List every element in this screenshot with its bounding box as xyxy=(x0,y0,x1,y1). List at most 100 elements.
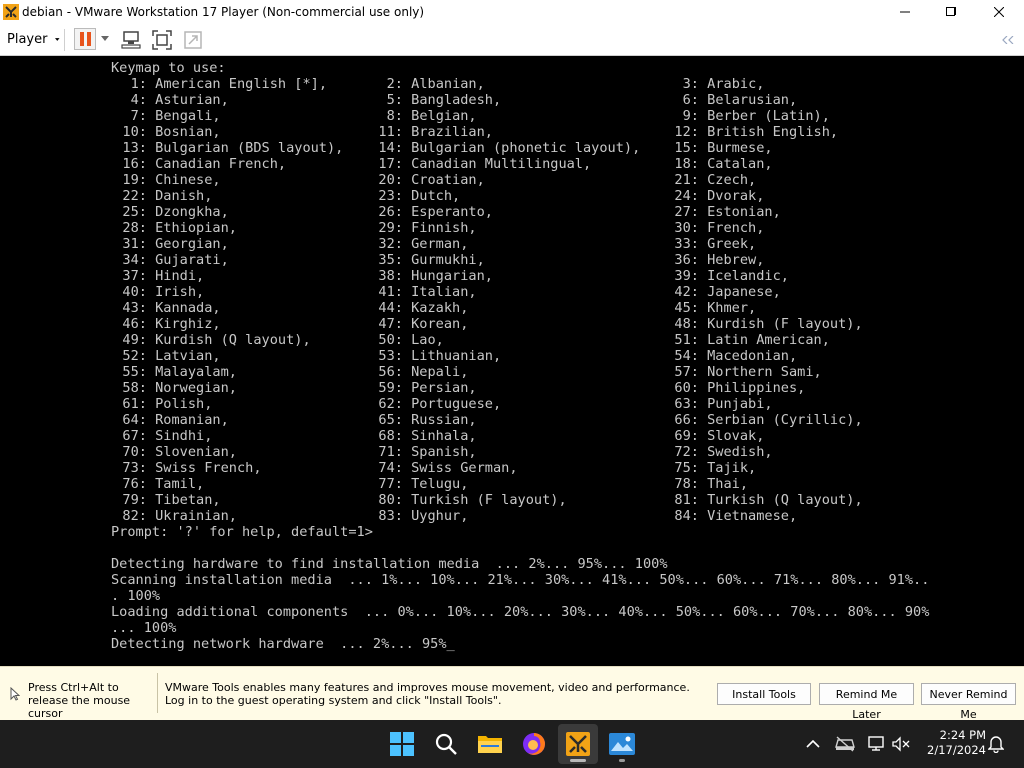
install-tools-button[interactable]: Install Tools xyxy=(717,683,811,705)
keymap-option: 17: Canadian Multilingual, xyxy=(378,156,592,172)
keymap-option: 55: Malayalam, xyxy=(122,364,237,380)
unity-icon[interactable] xyxy=(182,29,204,51)
keymap-option: 22: Danish, xyxy=(122,188,213,204)
keymap-option: 31: Georgian, xyxy=(122,236,229,252)
keymap-option: 42: Japanese, xyxy=(674,284,781,300)
windows-taskbar: 2:24 PM 2/17/2024 xyxy=(0,720,1024,768)
keymap-option: 25: Dzongkha, xyxy=(122,204,229,220)
network-status-button[interactable] xyxy=(867,734,887,754)
firefox-button[interactable] xyxy=(514,724,554,764)
keymap-option: 11: Brazilian, xyxy=(378,124,493,140)
keymap-option: 72: Swedish, xyxy=(674,444,773,460)
window-title: debian - VMware Workstation 17 Player (N… xyxy=(22,5,425,19)
keymap-option: 50: Lao, xyxy=(378,332,444,348)
keymap-option: 77: Telugu, xyxy=(378,476,469,492)
player-menu-button[interactable]: Player xyxy=(0,27,60,51)
fullscreen-icon[interactable] xyxy=(151,29,173,51)
remind-me-later-button[interactable]: Remind Me Later xyxy=(819,683,914,721)
keymap-option: 19: Chinese, xyxy=(122,172,221,188)
release-mouse-hint: Press Ctrl+Alt to release the mouse curs… xyxy=(28,681,131,720)
keymap-option: 57: Northern Sami, xyxy=(674,364,822,380)
keymap-option: 33: Greek, xyxy=(674,236,757,252)
notification-divider xyxy=(157,673,158,713)
log-line: Loading additional components ... 0%... … xyxy=(111,604,930,620)
keymap-option: 13: Bulgarian (BDS layout), xyxy=(122,140,344,156)
close-button[interactable] xyxy=(976,0,1022,24)
vmware-player-icon xyxy=(566,732,590,756)
keymap-option: 71: Spanish, xyxy=(378,444,477,460)
keymap-option: 5: Bangladesh, xyxy=(386,92,502,108)
file-explorer-icon xyxy=(478,736,502,753)
keymap-option: 8: Belgian, xyxy=(386,108,477,124)
volume-button[interactable] xyxy=(891,734,911,754)
log-line: Detecting network hardware ... 2%... 95%… xyxy=(111,636,455,652)
vmware-player-button[interactable] xyxy=(558,724,598,764)
keymap-option: 66: Serbian (Cyrillic), xyxy=(674,412,863,428)
keymap-option: 44: Kazakh, xyxy=(378,300,469,316)
search-icon xyxy=(435,733,457,755)
keymap-option: 43: Kannada, xyxy=(122,300,221,316)
keymap-option: 52: Latvian, xyxy=(122,348,221,364)
keymap-option: 23: Dutch, xyxy=(378,188,461,204)
keymap-option: 30: French, xyxy=(674,220,765,236)
keymap-option: 21: Czech, xyxy=(674,172,757,188)
log-line: ... 100% xyxy=(111,620,177,636)
minimize-button[interactable] xyxy=(882,0,928,24)
show-hidden-icons-button[interactable] xyxy=(803,734,823,754)
keymap-option: 47: Korean, xyxy=(378,316,469,332)
keymap-option: 67: Sindhi, xyxy=(122,428,213,444)
send-ctrl-alt-del-icon[interactable] xyxy=(120,29,142,51)
search-button[interactable] xyxy=(426,724,466,764)
keymap-option: 39: Icelandic, xyxy=(674,268,789,284)
photos-button[interactable] xyxy=(602,724,642,764)
log-line: . 100% xyxy=(111,588,161,604)
system-clock[interactable]: 2:24 PM 2/17/2024 xyxy=(920,728,986,758)
keymap-option: 48: Kurdish (F layout), xyxy=(674,316,863,332)
never-remind-me-button[interactable]: Never Remind Me xyxy=(921,683,1016,721)
keymap-option: 58: Norwegian, xyxy=(122,380,237,396)
clock-date: 2/17/2024 xyxy=(927,743,986,757)
pause-button[interactable] xyxy=(74,28,96,50)
maximize-icon xyxy=(946,7,956,16)
keymap-option: 4: Asturian, xyxy=(130,92,229,108)
chevron-up-icon xyxy=(806,740,820,748)
keymap-option: 27: Estonian, xyxy=(674,204,781,220)
keymap-option: 49: Kurdish (Q layout), xyxy=(122,332,311,348)
active-app-indicator xyxy=(570,759,586,762)
power-options-chevron-icon[interactable] xyxy=(101,36,109,41)
keymap-option: 2: Albanian, xyxy=(386,76,485,92)
keymap-option: 14: Bulgarian (phonetic layout), xyxy=(378,140,641,156)
photos-icon xyxy=(609,733,635,755)
keymap-option: 51: Latin American, xyxy=(674,332,830,348)
collapse-icon[interactable] xyxy=(1002,36,1014,44)
file-explorer-button[interactable] xyxy=(470,724,510,764)
log-line: Detecting hardware to find installation … xyxy=(111,556,668,572)
volume-muted-icon xyxy=(892,736,910,752)
keymap-option: 40: Irish, xyxy=(122,284,205,300)
vmware-tools-message: VMware Tools enables many features and i… xyxy=(165,681,690,707)
keymap-option: 65: Russian, xyxy=(378,412,477,428)
keymap-option: 32: German, xyxy=(378,236,469,252)
maximize-button[interactable] xyxy=(928,0,974,24)
player-toolbar: Player xyxy=(0,24,1024,56)
keymap-option: 70: Slovenian, xyxy=(122,444,237,460)
windows-start-icon xyxy=(390,732,414,756)
keymap-option: 68: Sinhala, xyxy=(378,428,477,444)
keymap-option: 18: Catalan, xyxy=(674,156,773,172)
start-button[interactable] xyxy=(382,724,422,764)
keymap-option: 46: Kirghiz, xyxy=(122,316,221,332)
keymap-option: 69: Slovak, xyxy=(674,428,765,444)
title-bar: debian - VMware Workstation 17 Player (N… xyxy=(0,0,1024,24)
vm-console[interactable]: Keymap to use: 1: American English [*], 2… xyxy=(0,56,1024,666)
keymap-option: 64: Romanian, xyxy=(122,412,229,428)
keymap-option: 63: Punjabi, xyxy=(674,396,773,412)
keymap-option: 7: Bengali, xyxy=(130,108,221,124)
notifications-button[interactable] xyxy=(986,734,1006,754)
keymap-option: 54: Macedonian, xyxy=(674,348,798,364)
tray-drive-button[interactable] xyxy=(835,734,855,754)
network-icon xyxy=(868,736,884,751)
toolbar-divider xyxy=(64,29,65,51)
keymap-option: 61: Polish, xyxy=(122,396,213,412)
keymap-option: 12: British English, xyxy=(674,124,839,140)
vmware-logo-icon xyxy=(3,4,19,20)
